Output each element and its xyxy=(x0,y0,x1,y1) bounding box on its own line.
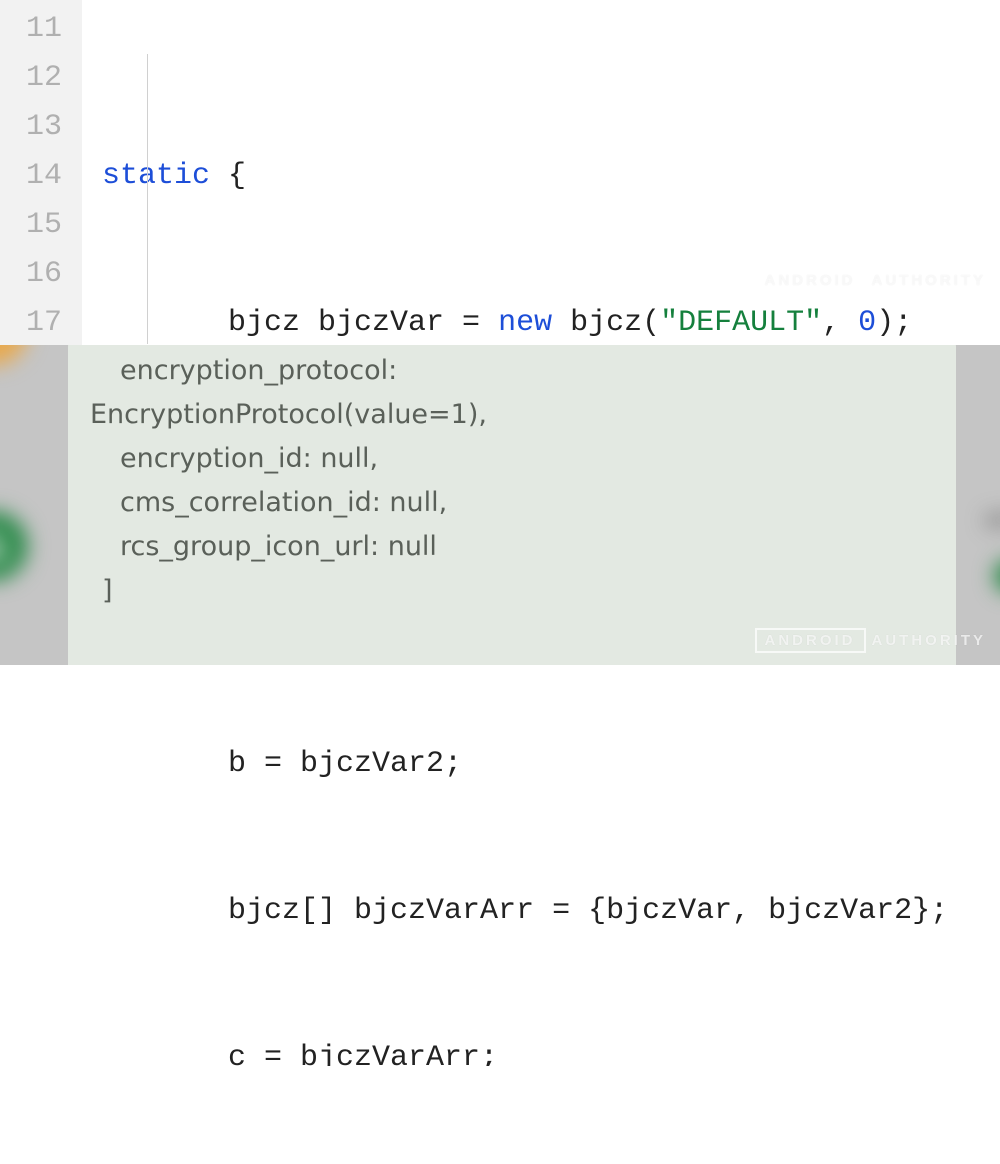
code-line: bjcz[] bjczVarArr = {bjczVar, bjczVar2}; xyxy=(102,887,1000,936)
line-number: 15 xyxy=(0,201,82,250)
line-number: 17 xyxy=(0,299,82,331)
line-number-gutter: 11 12 13 14 15 16 17 xyxy=(0,0,82,345)
truncated-text: ed xyxy=(985,505,1000,533)
watermark: ANDROID AUTHORITY xyxy=(755,268,987,293)
debug-overlay-section: ed encryption_protocol: EncryptionProtoc… xyxy=(0,345,1000,665)
watermark: ANDROID AUTHORITY xyxy=(755,628,987,653)
watermark-text: AUTHORITY xyxy=(872,632,987,649)
debug-line: EncryptionProtocol(value=1), xyxy=(90,393,934,437)
avatar xyxy=(0,511,28,581)
unread-badge xyxy=(994,559,1000,593)
code-line: static { xyxy=(102,152,1000,201)
line-number: 16 xyxy=(0,250,82,299)
code-area[interactable]: static { bjcz bjczVar = new bjcz("DEFAUL… xyxy=(82,0,1000,345)
line-number: 13 xyxy=(0,103,82,152)
debug-panel: encryption_protocol: EncryptionProtocol(… xyxy=(68,345,956,665)
debug-line: ] xyxy=(102,569,934,613)
debug-line: encryption_protocol: xyxy=(120,349,934,393)
line-number: 11 xyxy=(0,5,82,54)
line-number: 14 xyxy=(0,152,82,201)
person-icon xyxy=(0,528,11,564)
watermark-text: AUTHORITY xyxy=(872,272,987,289)
code-line: b = bjczVar2; xyxy=(102,740,1000,789)
watermark-box: ANDROID xyxy=(755,268,866,293)
debug-line: encryption_id: null, xyxy=(120,437,934,481)
code-line: bjcz bjczVar = new bjcz("DEFAULT", 0); xyxy=(102,299,1000,348)
avatar xyxy=(0,345,28,365)
code-editor: 11 12 13 14 15 16 17 static { bjcz bjczV… xyxy=(0,0,1000,345)
watermark-box: ANDROID xyxy=(755,628,866,653)
debug-line: rcs_group_icon_url: null xyxy=(120,525,934,569)
debug-line: cms_correlation_id: null, xyxy=(120,481,934,525)
indent-guide xyxy=(147,54,148,344)
code-line: c = bjczVarArr; xyxy=(102,1034,1000,1066)
line-number: 12 xyxy=(0,54,82,103)
